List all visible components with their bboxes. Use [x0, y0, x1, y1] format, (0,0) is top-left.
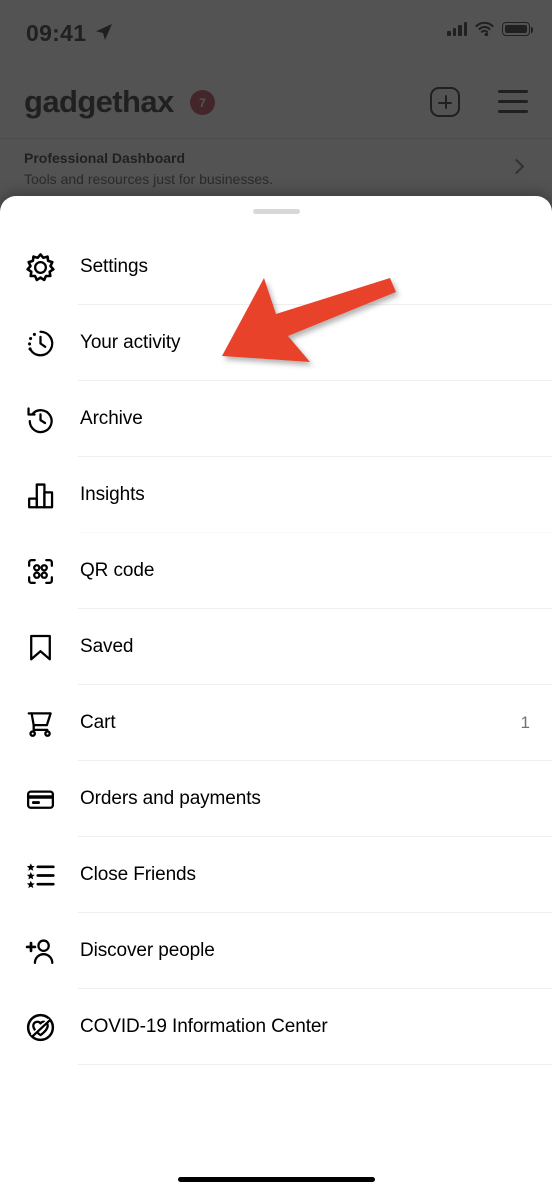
- menu-item-insights[interactable]: Insights: [0, 457, 552, 533]
- menu-item-label: Cart: [80, 712, 116, 733]
- menu-item-discover-people[interactable]: Discover people: [0, 913, 552, 989]
- menu-item-label: Orders and payments: [80, 788, 261, 809]
- drag-handle[interactable]: [253, 209, 300, 214]
- phone-screen: 09:41 gadgethax 7: [0, 0, 552, 1195]
- menu-item-label: QR code: [80, 560, 155, 581]
- menu-item-label: COVID-19 Information Center: [80, 1016, 328, 1037]
- add-person-icon: [22, 933, 58, 969]
- bookmark-icon: [22, 629, 58, 665]
- menu-item-archive[interactable]: Archive: [0, 381, 552, 457]
- menu-item-close-friends[interactable]: Close Friends: [0, 837, 552, 913]
- bar-chart-icon: [22, 477, 58, 513]
- credit-card-icon: [22, 781, 58, 817]
- menu-item-your-activity[interactable]: Your activity: [0, 305, 552, 381]
- heart-circle-icon: [22, 1009, 58, 1045]
- menu-item-label: Saved: [80, 636, 134, 657]
- menu-list: Settings Your activity Archive Insights QR c…: [0, 229, 552, 1065]
- menu-item-value: 1: [520, 713, 530, 732]
- shopping-cart-icon: [22, 705, 58, 741]
- menu-item-label: Discover people: [80, 940, 215, 961]
- menu-item-divider: [78, 1064, 552, 1065]
- menu-item-label: Insights: [80, 484, 145, 505]
- menu-item-saved[interactable]: Saved: [0, 609, 552, 685]
- menu-item-label: Settings: [80, 256, 148, 277]
- clock-activity-icon: [22, 325, 58, 361]
- menu-item-qr-code[interactable]: QR code: [0, 533, 552, 609]
- bottom-sheet-menu: Settings Your activity Archive Insights QR c…: [0, 196, 552, 1195]
- menu-item-label: Close Friends: [80, 864, 196, 885]
- home-indicator: [178, 1177, 375, 1182]
- qr-code-icon: [22, 553, 58, 589]
- star-list-icon: [22, 857, 58, 893]
- menu-item-orders-and-payments[interactable]: Orders and payments: [0, 761, 552, 837]
- menu-item-settings[interactable]: Settings: [0, 229, 552, 305]
- menu-item-label: Your activity: [80, 332, 181, 353]
- menu-item-cart[interactable]: Cart 1: [0, 685, 552, 761]
- menu-item-label: Archive: [80, 408, 143, 429]
- gear-icon: [22, 249, 58, 285]
- archive-clock-icon: [22, 401, 58, 437]
- menu-item-covid-19-information-center[interactable]: COVID-19 Information Center: [0, 989, 552, 1065]
